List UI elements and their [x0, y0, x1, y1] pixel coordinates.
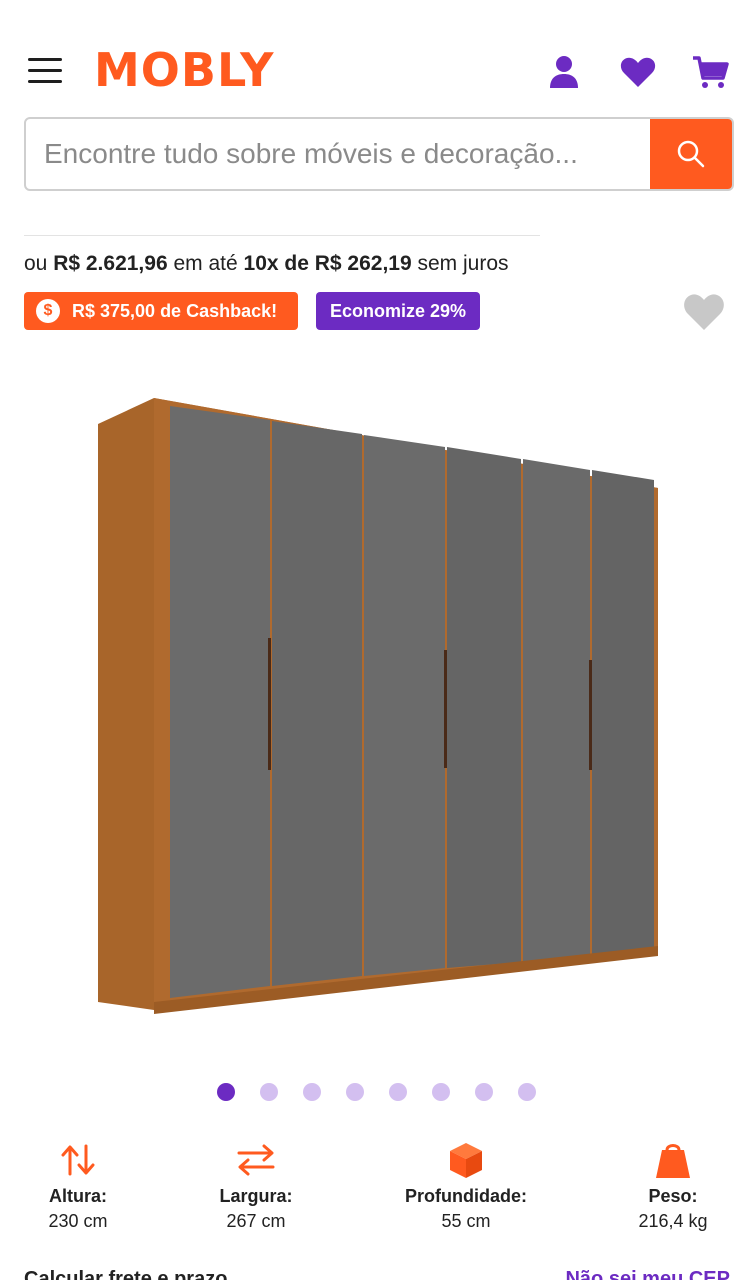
- carousel-dot-active[interactable]: [217, 1083, 235, 1101]
- dimension-value: 55 cm: [441, 1211, 491, 1231]
- user-icon[interactable]: [544, 52, 584, 92]
- coin-icon: $: [36, 299, 60, 323]
- price-prefix: ou: [24, 252, 48, 275]
- width-arrows-icon: [236, 1140, 276, 1180]
- heart-icon[interactable]: [618, 52, 658, 92]
- dimension-value: 230 cm: [48, 1211, 108, 1231]
- dimension-label: Peso:: [648, 1186, 698, 1206]
- search-button[interactable]: [650, 119, 732, 189]
- carousel-dot[interactable]: [475, 1083, 493, 1101]
- calculate-shipping-label: Calcular frete e prazo: [24, 1268, 228, 1280]
- hamburger-menu-icon[interactable]: [28, 58, 64, 84]
- dimension-value: 216,4 kg: [638, 1211, 708, 1231]
- carousel-pagination: [0, 1083, 754, 1103]
- divider: [24, 235, 540, 236]
- cart-icon[interactable]: [690, 52, 730, 92]
- savings-label: Economize 29%: [329, 301, 467, 321]
- dimension-label: Altura:: [49, 1186, 107, 1206]
- depth-box-icon: [446, 1140, 486, 1180]
- wardrobe-product-image[interactable]: [90, 390, 670, 1030]
- dimension-label: Largura:: [219, 1186, 293, 1206]
- shipping-row: Calcular frete e prazo Não sei meu CEP: [0, 1266, 754, 1280]
- search-icon: [677, 140, 705, 168]
- header: MOBLY: [0, 0, 754, 110]
- price-middle: em até: [173, 252, 238, 275]
- height-arrows-icon: [58, 1140, 98, 1180]
- carousel-dot[interactable]: [260, 1083, 278, 1101]
- dimension-depth: Profundidade: 55 cm: [386, 1140, 546, 1234]
- mobly-logo[interactable]: MOBLY: [94, 44, 274, 96]
- unknown-cep-link[interactable]: Não sei meu CEP: [565, 1268, 730, 1280]
- carousel-dot[interactable]: [432, 1083, 450, 1101]
- cashback-label: R$ 375,00 de Cashback!: [72, 301, 278, 321]
- weight-icon: [653, 1140, 693, 1180]
- carousel-dot[interactable]: [303, 1083, 321, 1101]
- dimension-weight: Peso: 216,4 kg: [593, 1140, 753, 1234]
- dimension-width: Largura: 267 cm: [176, 1140, 336, 1234]
- dimension-height: Altura: 230 cm: [0, 1140, 158, 1234]
- carousel-dot[interactable]: [346, 1083, 364, 1101]
- dimension-value: 267 cm: [226, 1211, 286, 1231]
- installment-price-line: ou R$ 2.621,96 em até 10x de R$ 262,19 s…: [24, 250, 509, 278]
- price-suffix: sem juros: [417, 252, 509, 275]
- carousel-dot[interactable]: [389, 1083, 407, 1101]
- search-input[interactable]: [26, 119, 652, 189]
- total-price: R$ 2.621,96: [53, 252, 168, 275]
- favorite-heart-icon[interactable]: [682, 290, 726, 332]
- dimensions-section: Altura: 230 cm Largura: 267 cm Profundid…: [0, 1140, 754, 1240]
- carousel-dot[interactable]: [518, 1083, 536, 1101]
- installment-price: 10x de R$ 262,19: [243, 252, 412, 275]
- search-bar: [24, 117, 734, 191]
- savings-badge: Economize 29%: [316, 292, 480, 330]
- dimension-label: Profundidade:: [405, 1186, 527, 1206]
- cashback-badge: $ R$ 375,00 de Cashback!: [24, 292, 298, 330]
